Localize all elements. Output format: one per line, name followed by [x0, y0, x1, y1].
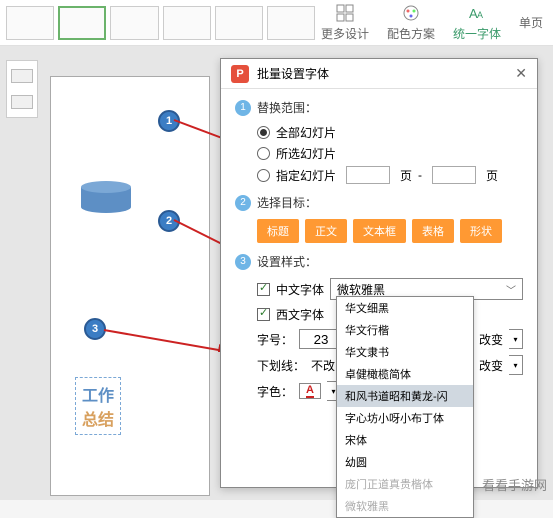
- checkbox[interactable]: [257, 283, 270, 296]
- color-scheme-button[interactable]: 配色方案: [387, 3, 435, 42]
- font-icon: AA: [467, 3, 487, 23]
- single-page-button[interactable]: 单页: [519, 14, 543, 31]
- text-line: 总结: [82, 406, 114, 430]
- annotation-badge-1: 1: [158, 110, 180, 132]
- field-label: 中文字体: [276, 281, 324, 298]
- text-line: 工作: [82, 382, 114, 406]
- thumb[interactable]: [6, 6, 54, 40]
- thumb[interactable]: [267, 6, 315, 40]
- slide-thumb[interactable]: [11, 95, 33, 109]
- slide-textbox[interactable]: 工作 总结: [75, 377, 121, 435]
- nochange-label: 改变: [479, 331, 503, 348]
- more-design-button[interactable]: 更多设计: [321, 3, 369, 42]
- unify-font-button[interactable]: AA 统一字体: [453, 3, 501, 42]
- close-button[interactable]: ✕: [515, 65, 527, 82]
- radio-icon: [257, 126, 270, 139]
- thumb[interactable]: [215, 6, 263, 40]
- radio-label: 所选幻灯片: [276, 145, 336, 162]
- dd-item[interactable]: 微软雅黑: [337, 495, 473, 517]
- section-label: 设置样式：: [257, 253, 317, 270]
- page-unit: 页: [400, 167, 412, 184]
- dialog-title: 批量设置字体: [257, 65, 329, 82]
- dd-item[interactable]: 庞门正道真贵楷体: [337, 473, 473, 495]
- dd-item[interactable]: 幼圆: [337, 451, 473, 473]
- dd-item[interactable]: 卓健橄榄简体: [337, 363, 473, 385]
- dd-item[interactable]: 华文行楷: [337, 319, 473, 341]
- field-label: 西文字体: [276, 306, 324, 323]
- combo-value: 微软雅黑: [337, 281, 385, 298]
- section-label: 选择目标：: [257, 194, 317, 211]
- thumb[interactable]: [110, 6, 158, 40]
- label: 统一字体: [453, 25, 501, 42]
- watermark: 看看手游网: [482, 475, 547, 494]
- section-select-target: 2 选择目标： 标题 正文 文本框 表格 形状: [235, 194, 523, 243]
- thumb[interactable]: [163, 6, 211, 40]
- palette-icon: [401, 3, 421, 23]
- color-swatch[interactable]: A: [299, 383, 321, 399]
- dd-item[interactable]: 宋体: [337, 429, 473, 451]
- dd-item[interactable]: 华文隶书: [337, 341, 473, 363]
- app-icon: P: [231, 65, 249, 83]
- nochange-label: 改变: [479, 357, 503, 374]
- field-label: 下划线：: [257, 357, 305, 374]
- radio-icon: [257, 169, 270, 182]
- chevron-down-icon: ﹀: [506, 282, 516, 297]
- label: 单页: [519, 14, 543, 31]
- label: 更多设计: [321, 25, 369, 42]
- cylinder-shape[interactable]: [81, 187, 131, 217]
- annotation-badge-2: 2: [158, 210, 180, 232]
- underline-value: 不改: [311, 357, 335, 374]
- thumb-selected[interactable]: [58, 6, 106, 40]
- template-thumbnails: [0, 2, 321, 44]
- page-from-input[interactable]: [346, 166, 390, 184]
- radio-all-slides[interactable]: 全部幻灯片: [257, 124, 523, 141]
- svg-text:A: A: [477, 10, 483, 20]
- field-label: 字号：: [257, 331, 293, 348]
- section-label: 替换范围：: [257, 99, 317, 116]
- slide-canvas[interactable]: 工作 总结: [50, 76, 210, 496]
- tag-title[interactable]: 标题: [257, 219, 299, 243]
- label: 配色方案: [387, 25, 435, 42]
- tag-table[interactable]: 表格: [412, 219, 454, 243]
- page-to-input[interactable]: [432, 166, 476, 184]
- slide-thumb[interactable]: [11, 69, 33, 83]
- target-tags: 标题 正文 文本框 表格 形状: [257, 219, 523, 243]
- radio-label: 全部幻灯片: [276, 124, 336, 141]
- page-sep: -: [418, 168, 422, 182]
- slide-panel: [6, 60, 38, 118]
- page-unit: 页: [486, 167, 498, 184]
- tag-body[interactable]: 正文: [305, 219, 347, 243]
- design-icon: [335, 3, 355, 23]
- field-label: 字色：: [257, 383, 293, 400]
- tag-textbox[interactable]: 文本框: [353, 219, 406, 243]
- radio-selected-slides[interactable]: 所选幻灯片: [257, 145, 523, 162]
- step-number: 3: [235, 254, 251, 270]
- dd-item[interactable]: 字心坊小呀小布丁体: [337, 407, 473, 429]
- dd-item-highlighted[interactable]: 和风书道昭和黄龙-闪: [337, 385, 473, 407]
- step-number: 2: [235, 195, 251, 211]
- checkbox[interactable]: [257, 308, 270, 321]
- annotation-badge-3: 3: [84, 318, 106, 340]
- radio-range-slides[interactable]: 指定幻灯片 页 - 页: [257, 166, 523, 184]
- chevron-down-icon[interactable]: ▾: [509, 355, 523, 375]
- font-dropdown: 华文细黑 华文行楷 华文隶书 卓健橄榄简体 和风书道昭和黄龙-闪 字心坊小呀小布…: [336, 296, 474, 518]
- chevron-down-icon[interactable]: ▾: [509, 329, 523, 349]
- radio-icon: [257, 147, 270, 160]
- dd-item[interactable]: 华文细黑: [337, 297, 473, 319]
- radio-label: 指定幻灯片: [276, 167, 336, 184]
- step-number: 1: [235, 100, 251, 116]
- section-replace-scope: 1 替换范围： 全部幻灯片 所选幻灯片 指定幻灯片 页 - 页: [235, 99, 523, 184]
- top-menu: 更多设计 配色方案 AA 统一字体 单页: [321, 3, 553, 42]
- top-toolbar: 更多设计 配色方案 AA 统一字体 单页: [0, 0, 553, 46]
- tag-shape[interactable]: 形状: [460, 219, 502, 243]
- dialog-titlebar: P 批量设置字体 ✕: [221, 59, 537, 89]
